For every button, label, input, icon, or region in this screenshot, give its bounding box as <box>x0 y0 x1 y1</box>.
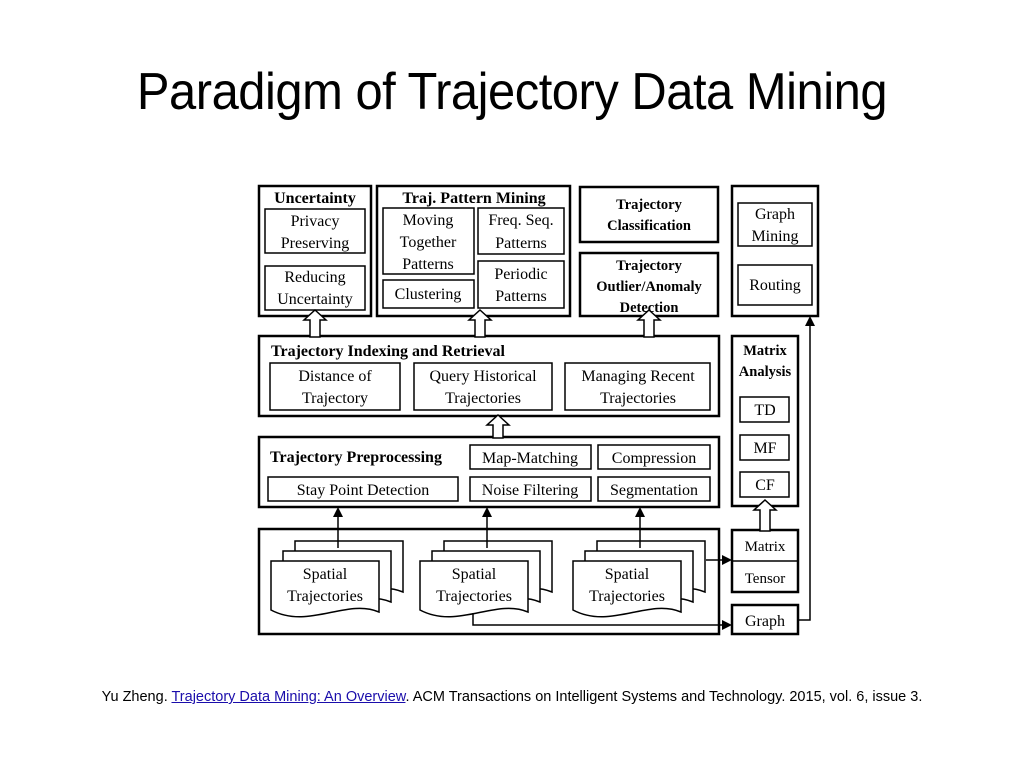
distance-label-2: Trajectory <box>302 390 368 407</box>
preprocessing-group: Trajectory Preprocessing Map-Matching Co… <box>257 435 721 509</box>
managing-recent-label-2: Trajectories <box>600 390 676 407</box>
matrix-analysis-title-2: Analysis <box>739 364 792 380</box>
classification-group: Trajectory Classification <box>578 185 720 244</box>
citation-link[interactable]: Trajectory Data Mining: An Overview <box>171 689 405 705</box>
structures-group: Matrix Tensor Graph <box>730 528 800 636</box>
citation-author: Yu Zheng. <box>101 689 172 705</box>
classification-label-2: Classification <box>607 218 691 234</box>
td-label: TD <box>754 402 775 419</box>
reducing-uncertainty-label-1: Reducing <box>284 269 345 286</box>
moving-together-label-1: Moving <box>403 212 454 229</box>
cf-label: CF <box>755 477 775 494</box>
distance-label-1: Distance of <box>298 368 372 385</box>
graph-label: Graph <box>745 613 785 630</box>
outlier-detection-group: Trajectory Outlier/Anomaly Detection <box>578 251 720 318</box>
document-stacks: Spatial Trajectories Spatial Trajectories Sp… <box>270 540 706 618</box>
routing-label: Routing <box>749 277 801 294</box>
indexing-group: Trajectory Indexing and Retrieval Distan… <box>257 334 721 418</box>
outlier-label-1: Trajectory <box>616 258 682 274</box>
trajectory-mining-diagram: Uncertainty Privacy Preserving Reducing … <box>257 184 820 636</box>
graph-analysis-group: Graph Mining Routing <box>730 184 820 318</box>
map-matching-label: Map-Matching <box>482 450 578 467</box>
mf-label: MF <box>753 440 776 457</box>
stay-point-label: Stay Point Detection <box>297 482 429 499</box>
classification-label-1: Trajectory <box>616 197 682 213</box>
matrix-label: Matrix <box>745 539 786 555</box>
document-label-line2: Trajectories <box>589 588 665 605</box>
tensor-label: Tensor <box>745 571 786 587</box>
managing-recent-label-1: Managing Recent <box>581 368 695 385</box>
moving-together-label-2: Together <box>400 234 457 251</box>
citation-rest: . ACM Transactions on Intelligent System… <box>405 689 923 705</box>
freq-seq-label-1: Freq. Seq. <box>488 212 553 229</box>
privacy-preserving-label-1: Privacy <box>291 213 340 230</box>
uncertainty-title: Uncertainty <box>274 190 356 207</box>
pattern-mining-group: Traj. Pattern Mining Moving Together Pat… <box>375 184 572 318</box>
block-arrow-preprocessing-to-indexing <box>485 413 511 439</box>
graph-mining-label-1: Graph <box>755 206 795 223</box>
pattern-mining-title: Traj. Pattern Mining <box>402 190 545 207</box>
segmentation-label: Segmentation <box>610 482 698 499</box>
data-sources-group: Spatial Trajectories Spatial Trajectories Sp… <box>257 527 721 636</box>
compression-label: Compression <box>612 450 696 467</box>
uncertainty-group: Uncertainty Privacy Preserving Reducing … <box>257 184 373 318</box>
periodic-label-2: Patterns <box>495 288 547 305</box>
noise-filtering-label: Noise Filtering <box>482 482 578 499</box>
document-label-line1: Spatial <box>303 566 348 583</box>
privacy-preserving-label-2: Preserving <box>281 235 349 252</box>
query-historical-label-1: Query Historical <box>429 368 537 385</box>
matrix-analysis-group: Matrix Analysis TD MF CF <box>730 334 800 508</box>
citation: Yu Zheng. Trajectory Data Mining: An Ove… <box>0 689 1024 705</box>
document-label-line1: Spatial <box>605 566 650 583</box>
indexing-title: Trajectory Indexing and Retrieval <box>271 343 505 360</box>
query-historical-label-2: Trajectories <box>445 390 521 407</box>
arrow-graph-to-graph-mining <box>798 316 815 621</box>
freq-seq-label-2: Patterns <box>495 235 547 252</box>
reducing-uncertainty-label-2: Uncertainty <box>277 291 353 308</box>
outlier-label-2: Outlier/Anomaly <box>596 279 702 295</box>
graph-mining-label-2: Mining <box>751 228 798 245</box>
matrix-analysis-title-1: Matrix <box>743 343 787 359</box>
clustering-label: Clustering <box>395 286 462 303</box>
document-label-line2: Trajectories <box>436 588 512 605</box>
moving-together-label-3: Patterns <box>402 256 454 273</box>
periodic-label-1: Periodic <box>494 266 547 283</box>
document-label-line2: Trajectories <box>287 588 363 605</box>
document-label-line1: Spatial <box>452 566 497 583</box>
preprocessing-title: Trajectory Preprocessing <box>270 449 442 466</box>
